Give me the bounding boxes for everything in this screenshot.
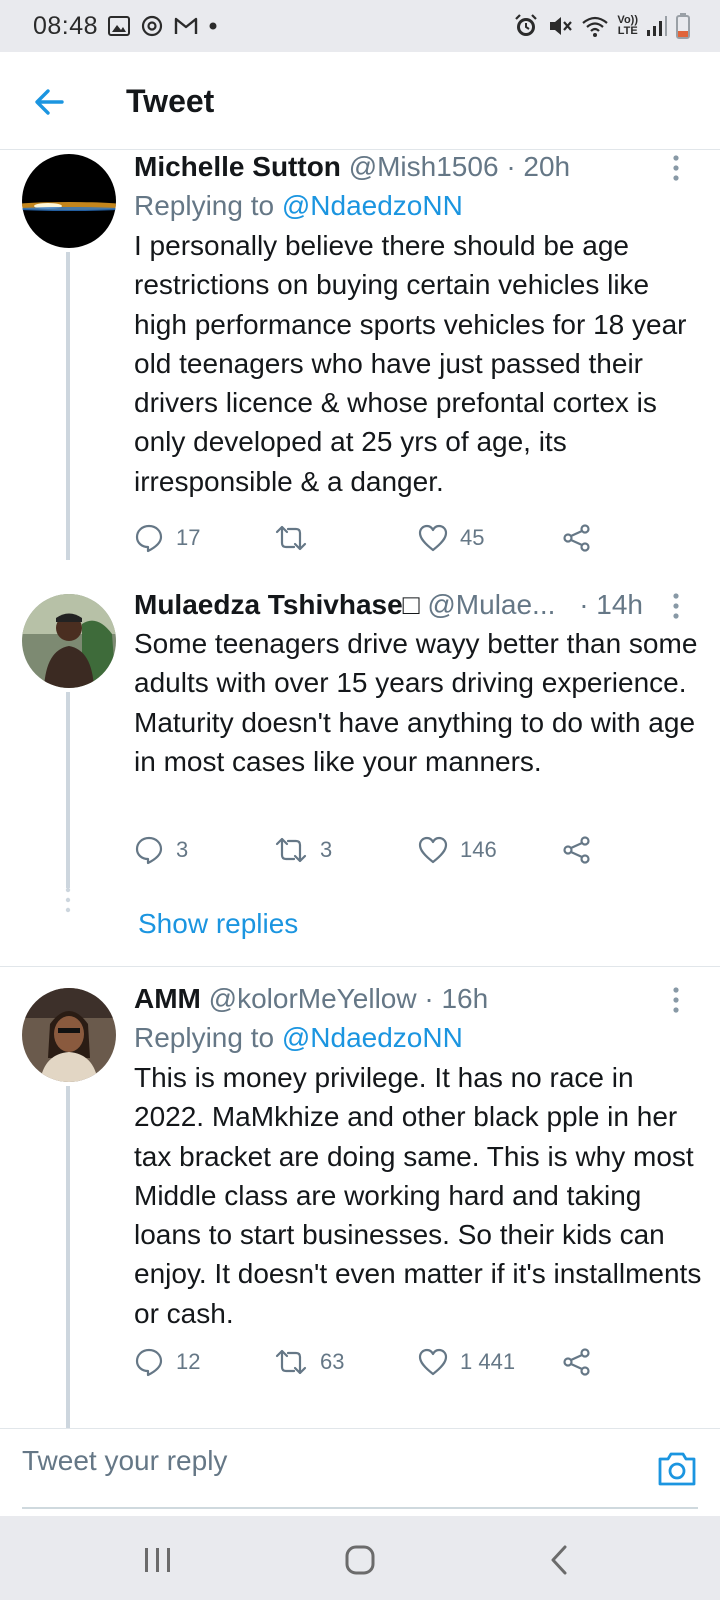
- tweet-text: Some teenagers drive wayy better than so…: [134, 628, 698, 777]
- retweet-button[interactable]: [274, 520, 320, 556]
- author-name[interactable]: Michelle Sutton: [134, 151, 341, 182]
- show-replies-link[interactable]: Show replies: [138, 908, 298, 940]
- divider: [0, 966, 720, 967]
- avatar[interactable]: [22, 988, 116, 1082]
- wifi-icon: [582, 16, 609, 37]
- author-handle: @Mulae...: [427, 589, 556, 620]
- reply-input-underline: [22, 1507, 698, 1509]
- like-count: 146: [460, 837, 497, 862]
- reply-count: 12: [176, 1349, 201, 1374]
- tweet-actions: 12 63 1 441: [134, 1344, 614, 1380]
- retweet-button[interactable]: 63: [274, 1344, 344, 1380]
- tweet-text: This is money privilege. It has no race …: [134, 1062, 702, 1329]
- tweet-item[interactable]: AMM @kolorMeYellow · 16h Replying to @Nd…: [0, 982, 720, 1428]
- retweet-icon: [275, 525, 307, 551]
- share-button[interactable]: [562, 1344, 592, 1380]
- tweet-content: Mulaedza Tshivhase□ @Mulae... · 14h Some…: [134, 588, 704, 781]
- gallery-icon: [108, 16, 130, 36]
- gmail-icon: [174, 17, 198, 34]
- status-right-icons: Vo)) LTE: [513, 10, 690, 42]
- tweet-header: AMM @kolorMeYellow · 16h: [134, 982, 704, 1016]
- tweet-header: Mulaedza Tshivhase□ @Mulae... · 14h: [134, 588, 664, 622]
- status-bar: 08:48 Vo)) LTE: [0, 0, 720, 52]
- status-left-icons: [108, 12, 218, 40]
- sync-icon: [141, 15, 163, 37]
- tweet-header: Michelle Sutton @Mish1506 · 20h: [134, 150, 704, 184]
- heart-icon: [418, 1348, 448, 1376]
- heart-icon: [418, 836, 448, 864]
- reply-count: 17: [176, 525, 201, 550]
- tweet-item[interactable]: Michelle Sutton @Mish1506 · 20h Replying…: [0, 150, 720, 570]
- tweet-time: · 16h: [424, 983, 489, 1014]
- recents-icon[interactable]: [138, 1540, 178, 1580]
- reply-button[interactable]: 17: [134, 520, 200, 556]
- signal-icon: [647, 16, 667, 36]
- more-options-icon[interactable]: [672, 986, 680, 1014]
- retweet-icon: [275, 1349, 307, 1375]
- system-nav-bar: [0, 1516, 720, 1600]
- home-icon[interactable]: [340, 1540, 380, 1580]
- tweet-time: · 14h: [579, 589, 644, 620]
- tweet-content: Michelle Sutton @Mish1506 · 20h Replying…: [134, 150, 704, 501]
- tweet-content: AMM @kolorMeYellow · 16h Replying to @Nd…: [134, 982, 704, 1333]
- back-icon[interactable]: [540, 1540, 580, 1580]
- author-name[interactable]: Mulaedza Tshivhase□: [134, 589, 420, 620]
- reply-count: 3: [176, 837, 189, 862]
- thread-continuation-dots: [65, 887, 71, 913]
- share-icon: [563, 1348, 590, 1376]
- share-button[interactable]: [562, 520, 592, 556]
- notification-dot-icon: [209, 22, 217, 30]
- retweet-count: 3: [320, 837, 333, 862]
- author-handle: @Mish1506: [348, 151, 499, 182]
- thread-line: [66, 692, 70, 888]
- reply-button[interactable]: 3: [134, 832, 188, 868]
- mute-icon: [550, 17, 573, 35]
- thread-line: [66, 1086, 70, 1428]
- battery-icon: [676, 13, 690, 39]
- alarm-icon: [515, 14, 538, 36]
- top-app-bar: Tweet: [0, 52, 720, 150]
- author-name[interactable]: AMM: [134, 983, 201, 1014]
- reply-icon: [135, 524, 163, 553]
- retweet-button[interactable]: 3: [274, 832, 332, 868]
- reply-icon: [135, 836, 163, 865]
- tweet-item[interactable]: Mulaedza Tshivhase□ @Mulae... · 14h Some…: [0, 588, 720, 888]
- volte-icon: Vo)) LTE: [617, 14, 638, 37]
- heart-icon: [418, 524, 448, 552]
- retweet-count: 63: [320, 1349, 345, 1374]
- like-button[interactable]: 146: [418, 832, 497, 868]
- replying-to-link[interactable]: @NdaedzoNN: [282, 1022, 463, 1053]
- more-options-icon[interactable]: [672, 592, 680, 620]
- avatar[interactable]: [22, 154, 116, 248]
- like-count: 45: [460, 525, 485, 550]
- share-icon: [563, 524, 590, 552]
- tweet-actions: 3 3 146: [134, 832, 614, 868]
- avatar[interactable]: [22, 594, 116, 688]
- tweet-actions: 17 45: [134, 520, 614, 556]
- thread-line: [66, 252, 70, 560]
- replying-to-link[interactable]: @NdaedzoNN: [282, 190, 463, 221]
- author-handle: @kolorMeYellow: [208, 983, 417, 1014]
- page-title: Tweet: [126, 83, 215, 119]
- reply-composer: Tweet your reply: [0, 1428, 720, 1514]
- reply-icon: [135, 1348, 163, 1377]
- share-button[interactable]: [562, 832, 592, 868]
- tweet-reply-input[interactable]: Tweet your reply: [22, 1445, 582, 1485]
- replying-to: Replying to @NdaedzoNN: [134, 1022, 463, 1053]
- like-count: 1 441: [460, 1349, 516, 1374]
- status-time: 08:48: [33, 12, 99, 40]
- tweet-time: · 20h: [506, 151, 571, 182]
- reply-button[interactable]: 12: [134, 1344, 200, 1380]
- camera-icon[interactable]: [656, 1449, 698, 1489]
- like-button[interactable]: 1 441: [418, 1344, 515, 1380]
- like-button[interactable]: 45: [418, 520, 484, 556]
- tweet-text: I personally believe there should be age…: [134, 230, 687, 497]
- share-icon: [563, 836, 590, 864]
- more-options-icon[interactable]: [672, 154, 680, 182]
- retweet-icon: [275, 837, 307, 863]
- replying-to: Replying to @NdaedzoNN: [134, 190, 463, 221]
- back-arrow-icon[interactable]: [30, 82, 70, 122]
